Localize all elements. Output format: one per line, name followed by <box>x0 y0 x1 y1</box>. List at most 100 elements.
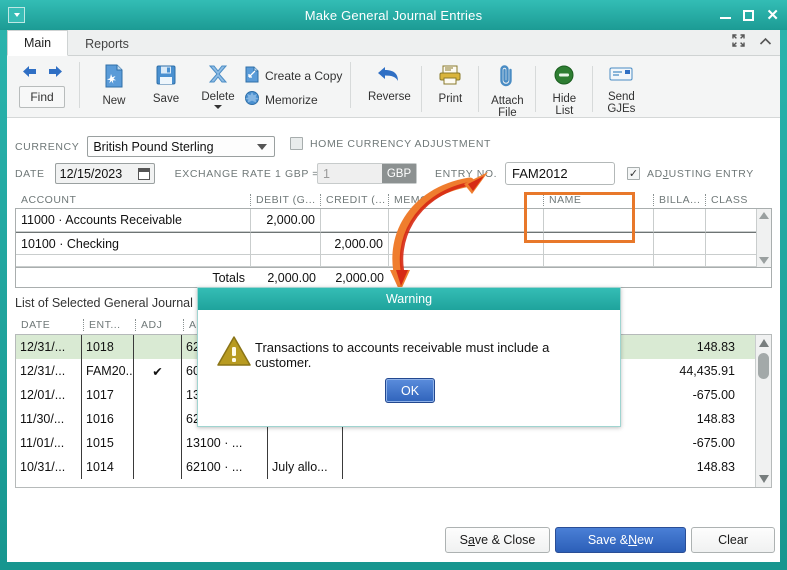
maximize-icon[interactable] <box>743 9 755 21</box>
tab-reports[interactable]: Reports <box>68 30 146 56</box>
list-cell-adj[interactable] <box>134 335 182 359</box>
new-button[interactable]: New <box>88 60 140 107</box>
list-cell-adj[interactable] <box>134 455 182 479</box>
list-item[interactable]: 10/31/... 1014 62100 · ... July allo... … <box>16 455 771 479</box>
grid-col-name[interactable]: NAME <box>543 192 653 208</box>
grid-cell-credit[interactable] <box>321 209 389 231</box>
list-cell-date[interactable]: 12/01/... <box>16 383 82 407</box>
grid-cell-debit[interactable] <box>251 255 321 266</box>
grid-cell-credit[interactable] <box>321 255 389 266</box>
scroll-up-icon[interactable] <box>759 212 769 219</box>
tab-main[interactable]: Main <box>7 30 69 56</box>
reverse-button[interactable]: Reverse <box>359 60 419 103</box>
grid-col-class[interactable]: CLASS <box>705 192 765 208</box>
grid-cell-billable[interactable] <box>654 232 706 254</box>
list-cell-memo[interactable] <box>268 431 343 455</box>
grid-col-billable[interactable]: BILLA... <box>653 192 705 208</box>
back-arrow-icon[interactable] <box>22 65 38 83</box>
list-cell-account[interactable]: 62100 · ... <box>182 455 268 479</box>
chevron-up-icon[interactable] <box>759 35 772 49</box>
list-cell-date[interactable]: 12/31/... <box>16 359 82 383</box>
expand-icon[interactable] <box>732 34 745 50</box>
list-cell-adj[interactable] <box>134 407 182 431</box>
list-cell-account[interactable]: 13100 · ... <box>182 431 268 455</box>
adjusting-entry-checkbox[interactable]: ✓ <box>627 167 640 180</box>
exchange-rate-input[interactable]: 1 GBP <box>317 163 417 184</box>
list-col-adj[interactable]: ADJ <box>135 317 183 333</box>
grid-cell-class[interactable] <box>706 255 758 266</box>
grid-cell-class[interactable] <box>706 209 758 231</box>
grid-cell-account[interactable]: 10100 · Checking <box>16 232 251 254</box>
grid-row-empty[interactable] <box>16 255 771 267</box>
hide-list-button[interactable]: Hide List <box>538 60 590 118</box>
minimize-icon[interactable] <box>720 10 732 21</box>
memorize-button[interactable]: Memorize <box>244 90 342 109</box>
currency-select[interactable]: British Pound Sterling <box>87 136 276 157</box>
list-cell-date[interactable]: 12/31/... <box>16 335 82 359</box>
list-cell-adj[interactable] <box>134 383 182 407</box>
list-cell-entry[interactable]: 1015 <box>82 431 134 455</box>
grid-cell-name[interactable] <box>544 232 654 254</box>
list-cell-date[interactable]: 11/01/... <box>16 431 82 455</box>
list-cell-date[interactable]: 11/30/... <box>16 407 82 431</box>
list-cell-adj[interactable] <box>134 431 182 455</box>
grid-cell-memo[interactable] <box>389 232 544 254</box>
grid-cell-billable[interactable] <box>654 209 706 231</box>
grid-col-memo[interactable]: MEMO <box>388 192 543 208</box>
list-cell-entry[interactable]: 1016 <box>82 407 134 431</box>
create-copy-button[interactable]: Create a Copy <box>244 66 342 86</box>
send-gjes-button[interactable]: Send GJEs <box>595 60 647 116</box>
list-cell-entry[interactable]: 1017 <box>82 383 134 407</box>
entry-no-input[interactable]: FAM2012 <box>505 162 615 185</box>
grid-cell-debit[interactable]: 2,000.00 <box>251 209 321 231</box>
save-button[interactable]: Save <box>140 60 192 105</box>
scroll-up-icon[interactable] <box>759 339 769 347</box>
scrollbar-thumb[interactable] <box>758 353 769 379</box>
list-cell-entry[interactable]: FAM20... <box>82 359 134 383</box>
adjusting-entry-row[interactable]: ✓ ADJUSTING ENTRY <box>627 167 754 180</box>
print-button[interactable]: Print <box>424 60 476 105</box>
calendar-icon[interactable] <box>137 167 150 180</box>
grid-col-credit[interactable]: CREDIT (... <box>320 192 388 208</box>
delete-dropdown-caret-icon[interactable] <box>214 105 222 110</box>
list-cell-entry[interactable]: 1018 <box>82 335 134 359</box>
list-cell-entry[interactable]: 1014 <box>82 455 134 479</box>
attach-file-button[interactable]: Attach File <box>481 60 533 120</box>
grid-cell-name[interactable] <box>544 209 654 231</box>
grid-row[interactable]: 11000 · Accounts Receivable 2,000.00 <box>16 209 771 232</box>
save-and-new-button[interactable]: Save & New <box>555 527 686 553</box>
scroll-down-icon[interactable] <box>759 257 769 264</box>
list-cell-adj[interactable]: ✔ <box>134 359 182 383</box>
home-currency-adjustment-checkbox[interactable] <box>290 137 303 150</box>
clear-button[interactable]: Clear <box>691 527 775 553</box>
grid-scrollbar[interactable] <box>756 209 771 267</box>
grid-row[interactable]: 10100 · Checking 2,000.00 <box>16 232 771 255</box>
find-button[interactable]: Find <box>19 86 65 108</box>
grid-cell-name[interactable] <box>544 255 654 266</box>
grid-col-account[interactable]: ACCOUNT <box>15 192 250 208</box>
grid-cell-memo[interactable] <box>389 209 544 231</box>
scroll-down-icon[interactable] <box>759 475 769 483</box>
list-scrollbar[interactable] <box>755 335 771 487</box>
grid-cell-debit[interactable] <box>251 232 321 254</box>
ok-button[interactable]: OK <box>385 378 435 403</box>
list-cell-amount[interactable]: 148.83 <box>343 455 757 479</box>
grid-cell-memo[interactable] <box>389 255 544 266</box>
list-item[interactable]: 11/01/... 1015 13100 · ... -675.00 <box>16 431 771 455</box>
grid-cell-credit[interactable]: 2,000.00 <box>321 232 389 254</box>
grid-cell-billable[interactable] <box>654 255 706 266</box>
save-and-close-button[interactable]: Sa ve & Close <box>445 527 550 553</box>
list-cell-memo[interactable]: July allo... <box>268 455 343 479</box>
list-col-date[interactable]: DATE <box>15 317 83 333</box>
date-input[interactable]: 12/15/2023 <box>54 163 155 184</box>
close-icon[interactable]: ✕ <box>766 8 779 23</box>
home-currency-adjustment-row[interactable]: HOME CURRENCY ADJUSTMENT <box>290 137 491 150</box>
grid-cell-account[interactable] <box>16 255 251 266</box>
list-cell-date[interactable]: 10/31/... <box>16 455 82 479</box>
grid-cell-account[interactable]: 11000 · Accounts Receivable <box>16 209 251 231</box>
forward-arrow-icon[interactable] <box>47 65 63 83</box>
grid-col-debit[interactable]: DEBIT (G... <box>250 192 320 208</box>
delete-button[interactable]: Delete <box>192 60 244 110</box>
list-cell-amount[interactable]: -675.00 <box>343 431 757 455</box>
list-col-entry[interactable]: ENT... <box>83 317 135 333</box>
